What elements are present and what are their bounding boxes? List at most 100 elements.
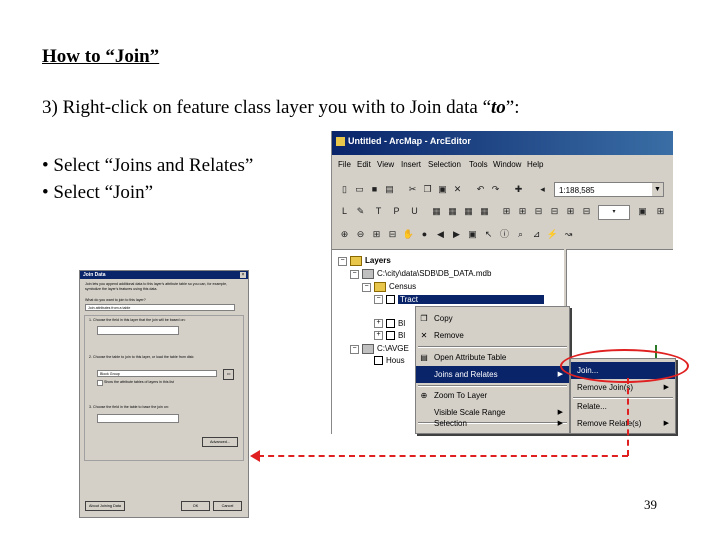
toc-tract-label[interactable]: Tract bbox=[398, 295, 544, 304]
layout-view-icon[interactable]: ▣ bbox=[636, 205, 649, 218]
submenu-item-relate[interactable]: Relate... bbox=[571, 398, 675, 415]
toc-layers-row[interactable]: − Layers bbox=[338, 256, 391, 266]
menu-tools[interactable]: Tools bbox=[469, 160, 488, 169]
join-field-select[interactable] bbox=[97, 326, 179, 335]
join-table-select[interactable]: Block Group bbox=[97, 370, 217, 377]
map-scale-input[interactable]: 1:188,585 bbox=[554, 182, 664, 197]
toc-hous-row[interactable]: Hous bbox=[374, 356, 405, 366]
grid-tool-4-icon[interactable]: ⊟ bbox=[548, 205, 561, 218]
layer-visibility-checkbox[interactable] bbox=[386, 295, 395, 305]
collapse-icon[interactable]: − bbox=[350, 344, 359, 354]
fixed-zoom-out-icon[interactable]: ⊟ bbox=[386, 228, 399, 241]
delete-icon[interactable]: ✕ bbox=[451, 183, 464, 196]
pan-icon[interactable]: ✋ bbox=[402, 228, 415, 241]
zoom-in-icon[interactable]: ⊕ bbox=[338, 228, 351, 241]
menu-selection[interactable]: Selection bbox=[428, 160, 461, 169]
expand-icon[interactable]: + bbox=[374, 319, 383, 329]
grid-tool-2-icon[interactable]: ⊞ bbox=[516, 205, 529, 218]
swipe-icon[interactable]: ↝ bbox=[562, 228, 575, 241]
collapse-icon[interactable]: − bbox=[362, 282, 371, 292]
undo-icon[interactable]: ↶ bbox=[474, 183, 487, 196]
measure-icon[interactable]: ⊿ bbox=[530, 228, 543, 241]
arcmap-app-icon bbox=[336, 137, 345, 146]
join-type-select[interactable]: Join attributes from a table bbox=[85, 304, 235, 311]
cut-icon[interactable]: ✂ bbox=[406, 183, 419, 196]
folder-icon bbox=[374, 282, 386, 292]
layer-visibility-checkbox[interactable] bbox=[386, 319, 395, 329]
layout-tool-2-icon[interactable]: ▦ bbox=[446, 205, 459, 218]
toc-layer-row[interactable]: + Bl bbox=[374, 331, 405, 341]
browse-folder-icon[interactable]: ▭ bbox=[223, 369, 234, 380]
collapse-icon[interactable]: − bbox=[374, 295, 383, 305]
data-view-icon[interactable]: ⊞ bbox=[654, 205, 667, 218]
bullet-joins-relates: • Select “Joins and Relates” bbox=[42, 155, 254, 176]
toc-layer-label: Bl bbox=[398, 319, 406, 328]
join-data-dialog: Join Data × Join lets you append additio… bbox=[79, 270, 249, 518]
menu-window[interactable]: Window bbox=[493, 160, 521, 169]
expand-icon[interactable]: + bbox=[374, 331, 383, 341]
underline-icon[interactable]: U bbox=[408, 205, 421, 218]
add-data-icon[interactable]: ✚ bbox=[512, 183, 525, 196]
menu-item-open-attribute-table[interactable]: ▤ Open Attribute Table bbox=[416, 349, 569, 366]
draw-polygon-icon[interactable]: P bbox=[390, 205, 403, 218]
menu-edit[interactable]: Edit bbox=[357, 160, 371, 169]
hyperlink-icon[interactable]: ⚡ bbox=[546, 228, 559, 241]
scale-dropdown-icon[interactable]: ▼ bbox=[652, 183, 663, 196]
print-icon[interactable]: ▤ bbox=[383, 183, 396, 196]
full-extent-icon[interactable]: ● bbox=[418, 228, 431, 241]
show-attr-checkbox[interactable] bbox=[97, 380, 103, 386]
identify-icon[interactable]: ⓘ bbox=[498, 228, 511, 241]
submenu-item-remove-relates[interactable]: Remove Relate(s) ▶ bbox=[571, 415, 675, 432]
select-elements-icon[interactable]: ↖ bbox=[482, 228, 495, 241]
open-icon[interactable]: ▭ bbox=[353, 183, 366, 196]
layer-visibility-checkbox[interactable] bbox=[386, 331, 395, 341]
toc-db2-row[interactable]: − C:\AVGE bbox=[350, 344, 409, 354]
grid-tool-1-icon[interactable]: ⊞ bbox=[500, 205, 513, 218]
grid-tool-6-icon[interactable]: ⊟ bbox=[580, 205, 593, 218]
collapse-icon[interactable]: − bbox=[350, 269, 359, 279]
toc-layer-row[interactable]: + Bl bbox=[374, 319, 406, 329]
redo-icon[interactable]: ↷ bbox=[489, 183, 502, 196]
paste-icon[interactable]: ▣ bbox=[436, 183, 449, 196]
save-icon[interactable]: ■ bbox=[368, 183, 381, 196]
toc-db-row[interactable]: − C:\city\data\SDB\DB_DATA.mdb bbox=[350, 269, 491, 279]
grid-tool-3-icon[interactable]: ⊟ bbox=[532, 205, 545, 218]
table-field-select[interactable] bbox=[97, 414, 179, 423]
menu-item-zoom-to-layer[interactable]: ⊕ Zoom To Layer bbox=[416, 387, 569, 404]
about-joining-button[interactable]: About Joining Data bbox=[85, 501, 125, 511]
cancel-button[interactable]: Cancel bbox=[213, 501, 242, 511]
collapse-icon[interactable]: − bbox=[338, 256, 347, 266]
back-extent-icon[interactable]: ◀ bbox=[434, 228, 447, 241]
layer-visibility-checkbox[interactable] bbox=[374, 356, 383, 366]
advanced-button[interactable]: Advanced... bbox=[202, 437, 238, 447]
select-features-icon[interactable]: ▣ bbox=[466, 228, 479, 241]
draw-line-icon[interactable]: L bbox=[338, 205, 351, 218]
zoom-out-icon[interactable]: ⊖ bbox=[354, 228, 367, 241]
grid-tool-5-icon[interactable]: ⊞ bbox=[564, 205, 577, 218]
layout-tool-1-icon[interactable]: ▦ bbox=[430, 205, 443, 218]
copy-toolbar-icon[interactable]: ❐ bbox=[421, 183, 434, 196]
toc-census-row[interactable]: − Census bbox=[362, 282, 416, 292]
menu-help[interactable]: Help bbox=[527, 160, 543, 169]
menu-view[interactable]: View bbox=[377, 160, 394, 169]
editor-icon[interactable]: ✎ bbox=[671, 183, 673, 196]
dialog-close-icon[interactable]: × bbox=[240, 272, 246, 278]
menu-item-selection[interactable]: Selection ▶ bbox=[416, 415, 569, 432]
menu-insert[interactable]: Insert bbox=[401, 160, 421, 169]
slide-title: How to “Join” bbox=[42, 46, 160, 67]
layout-tool-4-icon[interactable]: ▦ bbox=[478, 205, 491, 218]
menu-item-remove[interactable]: ✕ Remove bbox=[416, 327, 569, 344]
menu-item-joins-and-relates[interactable]: Joins and Relates ▶ bbox=[416, 366, 569, 383]
zoom-percent-select[interactable]: ▾ bbox=[598, 205, 630, 220]
find-icon[interactable]: ⌕ bbox=[514, 228, 527, 241]
forward-extent-icon[interactable]: ▶ bbox=[450, 228, 463, 241]
draw-shape-icon[interactable]: ✎ bbox=[354, 205, 367, 218]
fixed-zoom-in-icon[interactable]: ⊞ bbox=[370, 228, 383, 241]
layout-tool-3-icon[interactable]: ▦ bbox=[462, 205, 475, 218]
text-icon[interactable]: T bbox=[372, 205, 385, 218]
new-document-icon[interactable]: ▯ bbox=[338, 183, 351, 196]
ok-button[interactable]: OK bbox=[181, 501, 210, 511]
menu-item-copy[interactable]: ❐ Copy bbox=[416, 310, 569, 327]
toc-tract-row[interactable]: − Tract bbox=[374, 295, 544, 305]
menu-file[interactable]: File bbox=[338, 160, 351, 169]
